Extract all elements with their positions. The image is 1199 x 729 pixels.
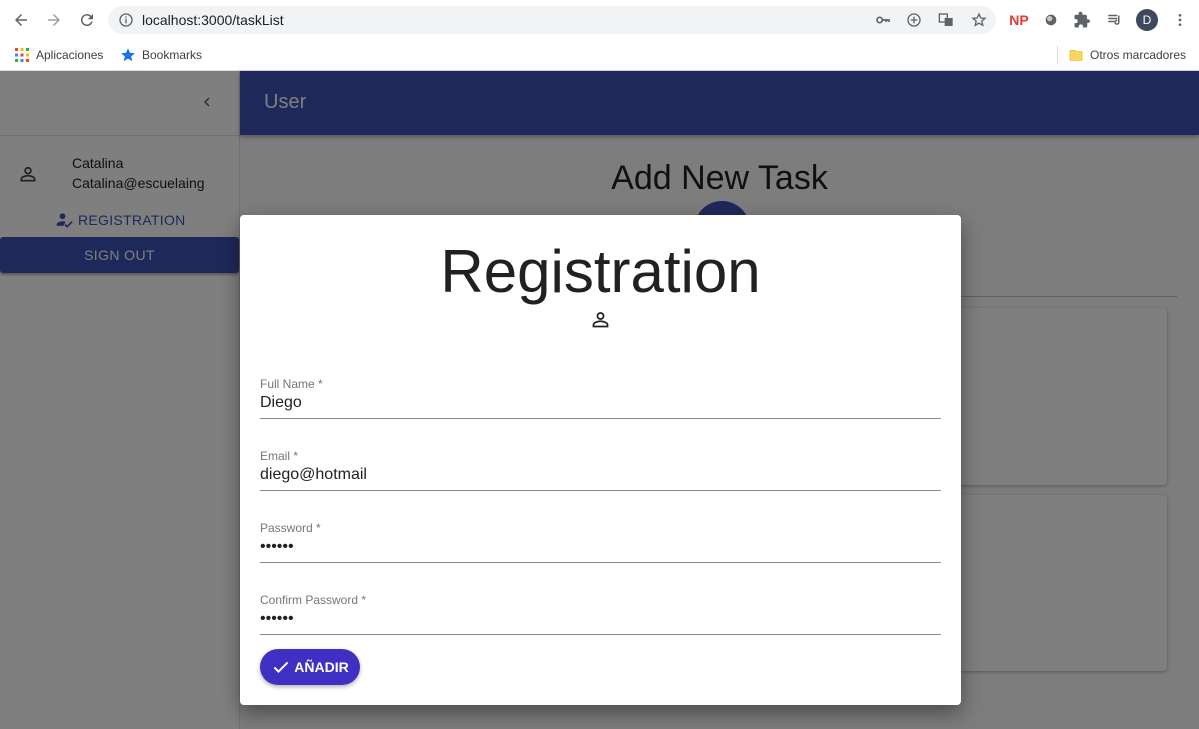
blue-star-icon bbox=[121, 48, 135, 62]
reload-button[interactable] bbox=[75, 8, 99, 32]
profile-avatar[interactable]: D bbox=[1136, 9, 1158, 31]
field-underline bbox=[260, 418, 941, 419]
field-underline bbox=[260, 562, 941, 563]
bookmark-bookmarks[interactable]: Bookmarks bbox=[120, 45, 202, 65]
bookmark-other-label: Otros marcadores bbox=[1090, 48, 1187, 62]
submit-button[interactable]: AÑADIR bbox=[260, 649, 360, 685]
password-label: Password * bbox=[260, 521, 321, 535]
password-field[interactable]: Password * •••••• bbox=[260, 521, 941, 577]
zoom-plus-icon[interactable] bbox=[905, 11, 923, 29]
np-extension-icon[interactable]: NP bbox=[1007, 8, 1031, 32]
bookmarks-bar: Aplicaciones Bookmarks Otros marcadores bbox=[0, 40, 1199, 71]
field-underline bbox=[260, 490, 941, 491]
menu-dots-icon[interactable] bbox=[1168, 8, 1192, 32]
dialog-title: Registration bbox=[440, 238, 761, 305]
address-bar[interactable]: localhost:3000/taskList bbox=[108, 6, 996, 34]
password-value[interactable]: •••••• bbox=[260, 538, 294, 556]
email-label: Email * bbox=[260, 449, 299, 463]
back-arrow-icon bbox=[15, 14, 27, 26]
email-value[interactable]: diego@hotmail bbox=[260, 466, 367, 484]
browser-toolbar: localhost:3000/taskList NP D bbox=[0, 0, 1199, 40]
apps-grid-icon bbox=[15, 48, 29, 62]
full-name-label: Full Name * bbox=[260, 377, 323, 391]
back-button[interactable] bbox=[9, 8, 33, 32]
url-text: localhost:3000/taskList bbox=[142, 12, 284, 28]
key-icon[interactable] bbox=[874, 11, 892, 29]
folder-icon bbox=[1069, 50, 1083, 61]
bookmark-other[interactable]: Otros marcadores bbox=[1068, 45, 1186, 65]
confirm-password-value[interactable]: •••••• bbox=[260, 610, 294, 628]
forward-button[interactable] bbox=[42, 8, 66, 32]
confirm-password-label: Confirm Password * bbox=[260, 593, 367, 607]
person-icon bbox=[590, 309, 611, 335]
bookmarks-divider bbox=[1057, 46, 1058, 64]
star-icon[interactable] bbox=[970, 11, 988, 29]
confirm-password-field[interactable]: Confirm Password * •••••• bbox=[260, 593, 941, 649]
bookmark-bookmarks-label: Bookmarks bbox=[142, 48, 203, 62]
check-icon bbox=[273, 661, 289, 673]
bookmark-apps-label: Aplicaciones bbox=[36, 48, 104, 62]
registration-dialog: Registration Full Name * Diego Email * d… bbox=[240, 215, 961, 705]
media-queue-icon[interactable] bbox=[1103, 8, 1127, 32]
circle-extension-icon[interactable] bbox=[1039, 8, 1063, 32]
submit-button-label: AÑADIR bbox=[294, 659, 349, 675]
full-name-field[interactable]: Full Name * Diego bbox=[260, 377, 941, 433]
forward-arrow-icon bbox=[48, 14, 60, 26]
bookmark-apps[interactable]: Aplicaciones bbox=[14, 45, 103, 65]
translate-icon[interactable] bbox=[937, 11, 955, 29]
field-underline bbox=[260, 634, 941, 635]
info-icon[interactable] bbox=[118, 12, 134, 33]
full-name-value[interactable]: Diego bbox=[260, 394, 302, 412]
email-field[interactable]: Email * diego@hotmail bbox=[260, 449, 941, 505]
puzzle-icon[interactable] bbox=[1070, 8, 1094, 32]
reload-icon bbox=[80, 14, 93, 27]
